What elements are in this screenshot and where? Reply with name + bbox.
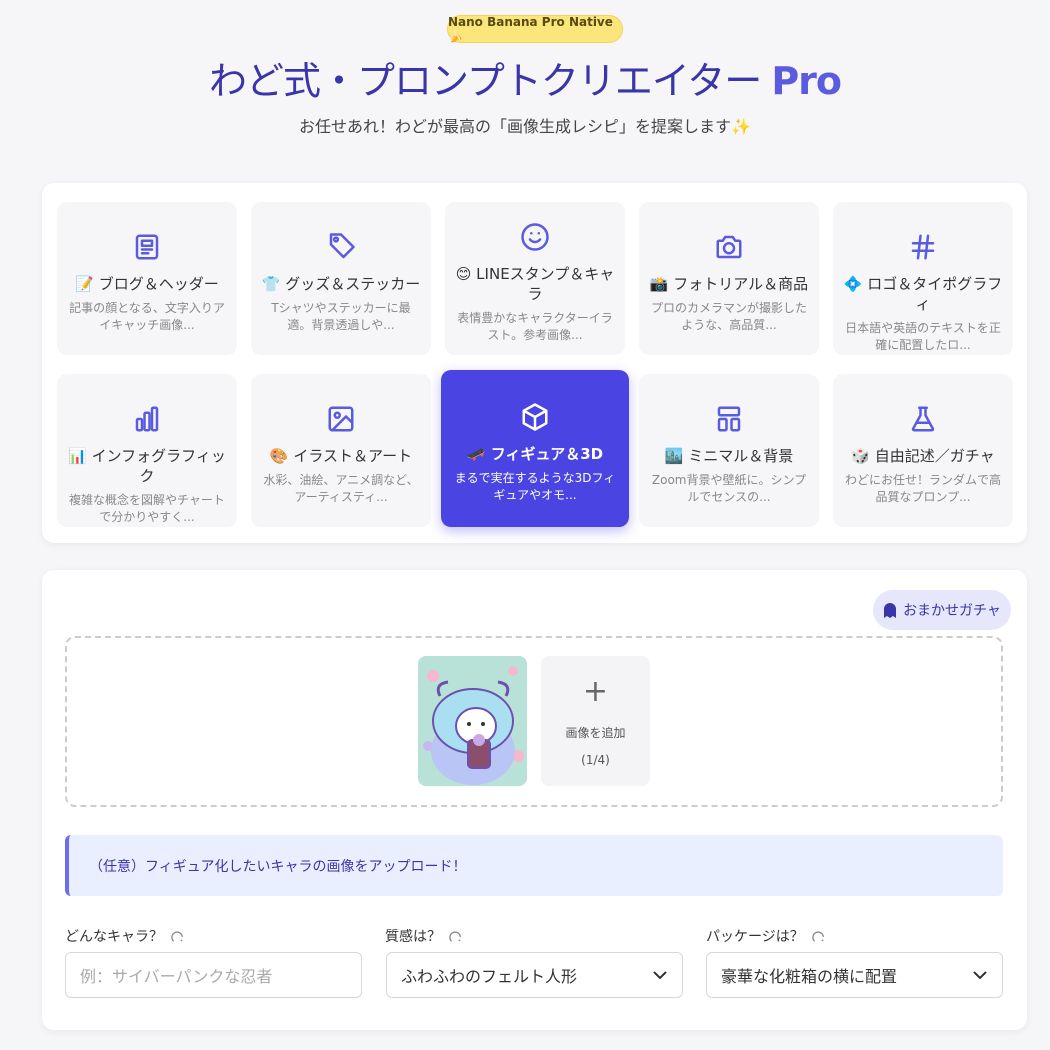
category-name: 🛹 フィギュア＆3D [466,445,604,463]
texture-label: 質感は？ [385,926,463,946]
gacha-label: おまかせガチャ [903,603,1001,619]
add-image-button[interactable]: + 画像を追加 (1/4) [541,656,650,786]
layout-icon [639,402,819,436]
plus-icon: + [582,674,609,709]
help-icon[interactable] [812,929,826,943]
package-label: パッケージは？ [706,926,826,946]
smile-icon [445,220,625,254]
add-image-label: 画像を追加 [565,726,626,740]
tag-icon [251,230,431,264]
category-photo[interactable]: 📸 フォトリアル＆商品 プロのカメラマンが撮影したような、高品質... [639,202,819,355]
camera-icon [639,230,819,264]
texture-label-text: 質感は？ [385,929,441,945]
category-name: 🎨 イラスト＆アート [269,447,413,465]
category-goods[interactable]: 👕 グッズ＆ステッカー Tシャツやステッカーに最適。背景透過しや... [251,202,431,355]
category-figure[interactable]: 🛹 フィギュア＆3D まるで実在するような3Dフィギュアやオモ... [441,370,629,527]
uploaded-image-thumbnail[interactable] [418,656,527,786]
character-input[interactable]: 例：サイバーパンクな忍者 [65,952,362,998]
category-desc: 水彩、油絵、アニメ調など、アーティスティ... [263,473,419,504]
help-icon[interactable] [449,929,463,943]
upload-hint: （任意）フィギュア化したいキャラの画像をアップロード！ [65,835,1003,896]
category-name: 📊 インフォグラフィック [68,447,226,485]
category-infographic[interactable]: 📊 インフォグラフィック 複雑な概念を図解やチャートで分かりやすく... [57,374,237,527]
category-line[interactable]: 😊 LINEスタンプ＆キャラ 表情豊かなキャラクターイラスト。参考画像... [445,202,625,355]
chevron-down-icon [653,971,667,980]
image-icon [251,402,431,436]
image-dropzone[interactable] [65,636,1003,807]
chevron-down-icon [973,971,987,980]
package-value: 豪華な化粧箱の横に配置 [721,967,898,986]
title-pro: Pro [771,59,842,103]
bar-chart-icon [57,402,237,436]
category-name: 👕 グッズ＆ステッカー [261,275,421,293]
category-minimal[interactable]: 🏙️ ミニマル＆背景 Zoom背景や壁紙に。シンプルでセンスの... [639,374,819,527]
category-desc: Tシャツやステッカーに最適。背景透過しや... [271,301,411,332]
image-count: (1/4) [581,753,610,767]
title-text: わど式・プロンプトクリエイター [208,59,762,103]
character-placeholder: 例：サイバーパンクな忍者 [80,967,273,986]
category-name: 💠 ロゴ＆タイポグラフィ [843,275,1003,313]
help-icon[interactable] [171,929,185,943]
category-desc: 表情豊かなキャラクターイラスト。参考画像... [457,311,613,342]
category-name: 🏙️ ミニマル＆背景 [664,447,794,465]
category-name: 😊 LINEスタンプ＆キャラ [455,265,615,303]
cube-icon [441,400,629,434]
ghost-icon [884,603,897,618]
newspaper-icon [57,230,237,264]
category-illust[interactable]: 🎨 イラスト＆アート 水彩、油絵、アニメ調など、アーティスティ... [251,374,431,527]
category-blog[interactable]: 📝 ブログ＆ヘッダー 記事の顔となる、文字入りアイキャッチ画像... [57,202,237,355]
texture-value: ふわふわのフェルト人形 [401,967,578,986]
category-desc: 複雑な概念を図解やチャートで分かりやすく... [69,493,225,524]
character-label: どんなキャラ？ [65,926,185,946]
page-title: わど式・プロンプトクリエイター Pro [0,50,1050,105]
category-desc: 日本語や英語のテキストを正確に配置したロ... [845,321,1001,352]
gacha-button[interactable]: おまかせガチャ [873,590,1011,630]
model-badge: Nano Banana Pro Native🍌 [447,15,623,43]
flask-icon [833,402,1013,436]
texture-select[interactable]: ふわふわのフェルト人形 [386,952,683,998]
category-free[interactable]: 🎲 自由記述／ガチャ わどにお任せ！ランダムで高品質なプロンプ... [833,374,1013,527]
category-name: 📸 フォトリアル＆商品 [649,275,809,293]
package-select[interactable]: 豪華な化粧箱の横に配置 [706,952,1003,998]
category-desc: 記事の顔となる、文字入りアイキャッチ画像... [69,301,225,332]
package-label-text: パッケージは？ [706,929,804,945]
character-label-text: どんなキャラ？ [65,929,163,945]
category-name: 🎲 自由記述／ガチャ [851,447,995,465]
page-subtitle: お任せあれ！わどが最高の「画像生成レシピ」を提案します✨ [299,117,751,136]
category-desc: わどにお任せ！ランダムで高品質なプロンプ... [844,473,1001,504]
hash-icon [833,230,1013,264]
category-desc: プロのカメラマンが撮影したような、高品質... [650,301,807,332]
category-name: 📝 ブログ＆ヘッダー [75,275,219,293]
category-logo[interactable]: 💠 ロゴ＆タイポグラフィ 日本語や英語のテキストを正確に配置したロ... [833,202,1013,355]
category-desc: まるで実在するような3Dフィギュアやオモ... [454,471,616,502]
category-desc: Zoom背景や壁紙に。シンプルでセンスの... [651,473,807,504]
